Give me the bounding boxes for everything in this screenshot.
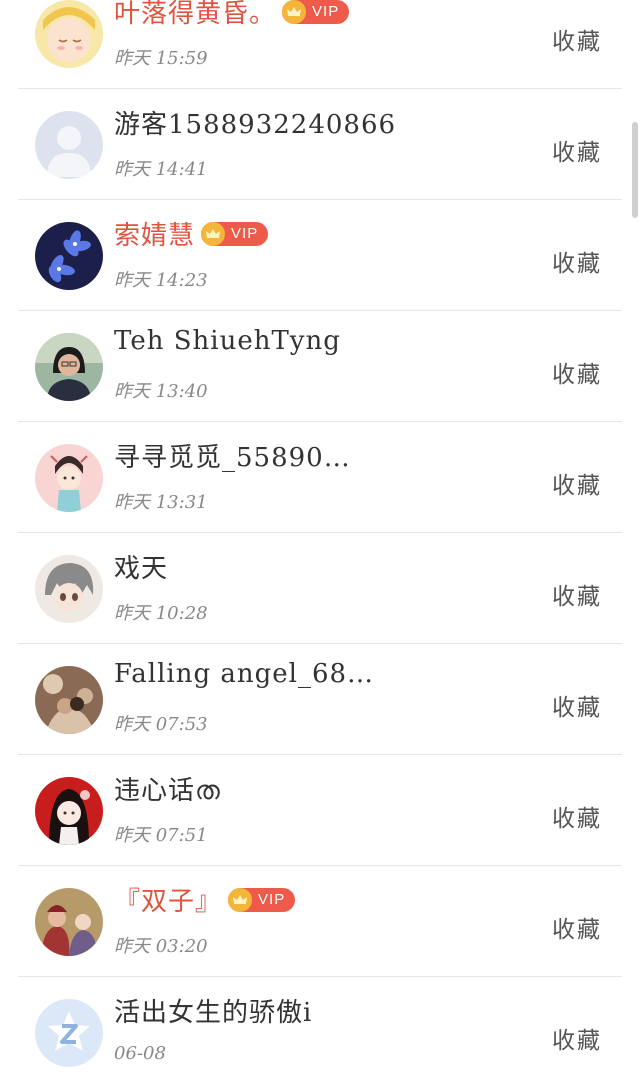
list-item[interactable]: Teh ShiuehTyng 昨天 13:40 收藏 (18, 311, 622, 422)
crown-icon (282, 0, 307, 24)
list-item[interactable]: 『双子』 VIP 昨天 03:20 收藏 (18, 866, 622, 977)
user-name[interactable]: 戏天 (114, 548, 168, 585)
list-item[interactable]: Falling angel_68… 昨天 07:53 收藏 (18, 644, 622, 755)
timestamp: 昨天 03:20 (114, 936, 208, 957)
user-name[interactable]: 『双子』 VIP (114, 881, 296, 918)
list-item[interactable]: 索婧慧 VIP 昨天 14:23 收藏 (18, 200, 622, 311)
couple-photo-avatar[interactable] (35, 666, 103, 734)
user-name[interactable]: 违心话ത (114, 770, 221, 807)
list-item[interactable]: 寻寻觅觅_55890… 昨天 13:31 收藏 (18, 422, 622, 533)
vip-label: VIP (312, 3, 340, 20)
user-name-text[interactable]: 叶落得黄昏。 (114, 0, 276, 29)
crown-icon (201, 222, 226, 246)
user-name[interactable]: Teh ShiuehTyng (114, 326, 341, 356)
timestamp: 06-08 (114, 1043, 166, 1064)
z-logo-avatar[interactable] (35, 999, 103, 1067)
vip-label: VIP (231, 225, 259, 242)
collect-button[interactable]: 收藏 (552, 1021, 602, 1055)
default-user-avatar[interactable] (35, 111, 103, 179)
anime-girl-yellow-avatar[interactable] (35, 0, 103, 68)
user-name[interactable]: 叶落得黄昏。 VIP (114, 0, 350, 30)
timestamp: 昨天 07:51 (114, 825, 208, 846)
list-item[interactable]: 活出女生的骄傲i 06-08 收藏 (18, 977, 622, 1088)
anime-girl-red-avatar[interactable] (35, 777, 103, 845)
timestamp: 昨天 15:59 (114, 48, 208, 69)
collect-button[interactable]: 收藏 (552, 799, 602, 833)
collect-button[interactable]: 收藏 (552, 577, 602, 611)
collect-button[interactable]: 收藏 (552, 466, 602, 500)
user-name-text[interactable]: 索婧慧 (114, 221, 195, 251)
timestamp: 昨天 13:31 (114, 492, 208, 513)
woman-photo-avatar[interactable] (35, 333, 103, 401)
anime-boy-gray-avatar[interactable] (35, 555, 103, 623)
costume-figures-avatar[interactable] (35, 888, 103, 956)
vip-label: VIP (258, 891, 286, 908)
collect-button[interactable]: 收藏 (552, 355, 602, 389)
list-item[interactable]: 叶落得黄昏。 VIP 昨天 15:59 收藏 (18, 0, 622, 89)
list-item[interactable]: 游客1588932240866 昨天 14:41 收藏 (18, 89, 622, 200)
vip-badge: VIP (282, 0, 350, 24)
timestamp: 昨天 10:28 (114, 603, 208, 624)
collect-button[interactable]: 收藏 (552, 910, 602, 944)
user-name[interactable]: 寻寻觅觅_55890… (114, 437, 351, 474)
user-name[interactable]: Falling angel_68… (114, 659, 374, 689)
user-name[interactable]: 游客1588932240866 (114, 104, 396, 141)
collect-button[interactable]: 收藏 (552, 133, 602, 167)
user-name-text[interactable]: 『双子』 (114, 887, 222, 917)
timestamp: 昨天 14:23 (114, 270, 208, 291)
collect-button[interactable]: 收藏 (552, 688, 602, 722)
timestamp: 昨天 14:41 (114, 159, 208, 180)
crown-icon (228, 888, 253, 912)
collect-button[interactable]: 收藏 (552, 22, 602, 56)
scrollbar[interactable] (632, 122, 638, 218)
user-name[interactable]: 活出女生的骄傲i (114, 992, 312, 1029)
cartoon-girl-pink-avatar[interactable] (35, 444, 103, 512)
vip-badge: VIP (201, 222, 269, 246)
user-name[interactable]: 索婧慧 VIP (114, 215, 269, 252)
list-item[interactable]: 违心话ത 昨天 07:51 收藏 (18, 755, 622, 866)
list-item[interactable]: 戏天 昨天 10:28 收藏 (18, 533, 622, 644)
timestamp: 昨天 07:53 (114, 714, 208, 735)
timestamp: 昨天 13:40 (114, 381, 208, 402)
blue-flower-avatar[interactable] (35, 222, 103, 290)
collect-button[interactable]: 收藏 (552, 244, 602, 278)
vip-badge: VIP (228, 888, 296, 912)
